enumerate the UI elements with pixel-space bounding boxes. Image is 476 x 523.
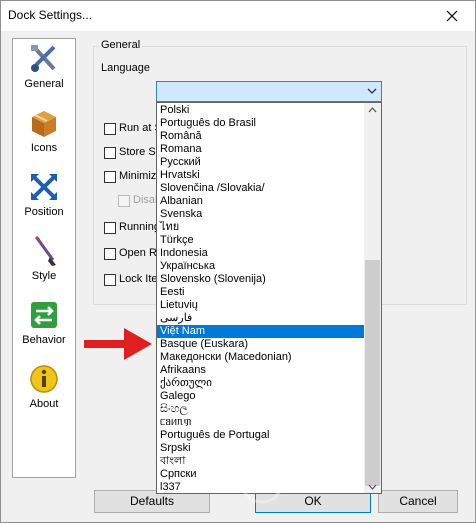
language-option[interactable]: Polski xyxy=(157,104,366,117)
language-option[interactable]: فارسی xyxy=(157,312,366,325)
language-option[interactable]: Eesti xyxy=(157,286,366,299)
sidebar-label-position: Position xyxy=(24,206,64,218)
checkbox xyxy=(118,195,130,207)
watermark-logo-icon xyxy=(240,460,284,504)
box-icon xyxy=(32,111,56,137)
language-option[interactable]: ᥴᥑᥢᥰᥞ xyxy=(157,416,366,429)
language-label: Language xyxy=(101,62,150,74)
move-arrows-icon xyxy=(31,174,57,200)
info-icon xyxy=(30,365,58,393)
language-option[interactable]: Slovenčina /Slovakia/ xyxy=(157,182,366,195)
sidebar-label-behavior: Behavior xyxy=(22,334,66,346)
option-label: Running xyxy=(119,221,160,233)
red-pointer-arrow-icon xyxy=(84,328,152,360)
watermark xyxy=(236,452,456,512)
sidebar-item-behavior[interactable]: Behavior xyxy=(13,299,75,361)
language-option[interactable]: Português de Portugal xyxy=(157,429,366,442)
scroll-up-icon[interactable] xyxy=(368,107,377,113)
option-label: Lock Ite xyxy=(119,273,158,285)
language-option[interactable]: Lietuvių xyxy=(157,299,366,312)
sidebar-item-icons[interactable]: Icons xyxy=(13,107,75,169)
language-select[interactable] xyxy=(156,81,382,102)
language-option[interactable]: Türkçe xyxy=(157,234,366,247)
language-option[interactable]: Slovensko (Slovenija) xyxy=(157,273,366,286)
language-option[interactable]: Русский xyxy=(157,156,366,169)
sidebar-item-style[interactable]: Style xyxy=(13,235,75,297)
language-option[interactable]: Svenska xyxy=(157,208,366,221)
language-option[interactable]: ქართული xyxy=(157,377,366,390)
sidebar-item-general[interactable]: General xyxy=(13,43,75,105)
checkbox[interactable] xyxy=(104,123,116,135)
language-option[interactable]: Galego xyxy=(157,390,366,403)
language-option-selected[interactable]: Việt Nam xyxy=(157,325,366,338)
checkbox[interactable] xyxy=(104,222,116,234)
checkbox[interactable] xyxy=(104,171,116,183)
language-option[interactable]: Indonesia xyxy=(157,247,366,260)
swap-arrows-icon xyxy=(31,302,57,328)
language-option[interactable]: Українська xyxy=(157,260,366,273)
tools-icon xyxy=(31,45,56,72)
sidebar-label-icons: Icons xyxy=(30,142,58,154)
sidebar-item-position[interactable]: Position xyxy=(13,171,75,233)
language-dropdown-list: Polski Português do Brasil Română Romana Рус… xyxy=(156,102,382,494)
title-bar: Dock Settings... xyxy=(1,1,475,31)
language-option[interactable]: Hrvatski xyxy=(157,169,366,182)
window-title: Dock Settings... xyxy=(8,8,93,22)
sidebar-item-about[interactable]: About xyxy=(13,363,75,425)
checkbox[interactable] xyxy=(104,147,116,159)
language-option[interactable]: සිංහල xyxy=(157,403,366,416)
language-option[interactable]: ไทย xyxy=(157,221,366,234)
dropdown-scrollbar[interactable] xyxy=(364,103,381,493)
brush-icon xyxy=(34,235,56,266)
close-icon xyxy=(446,10,458,22)
language-option[interactable]: Română xyxy=(157,130,366,143)
chevron-down-icon xyxy=(367,88,377,94)
checkbox[interactable] xyxy=(104,274,116,286)
sidebar-label-general: General xyxy=(24,78,64,90)
language-option[interactable]: Македонски (Macedonian) xyxy=(157,351,366,364)
language-option[interactable]: Afrikaans xyxy=(157,364,366,377)
language-option[interactable]: Albanian xyxy=(157,195,366,208)
close-button[interactable] xyxy=(429,1,475,31)
sidebar-label-style: Style xyxy=(31,270,57,282)
checkbox[interactable] xyxy=(104,248,116,260)
language-option[interactable]: Romana xyxy=(157,143,366,156)
sidebar-label-about: About xyxy=(29,398,59,410)
language-option[interactable]: Português do Brasil xyxy=(157,117,366,130)
language-option[interactable]: Basque (Euskara) xyxy=(157,338,366,351)
settings-sidebar: General Icons Position Style Behavior Ab… xyxy=(12,38,76,478)
group-title: General xyxy=(99,39,143,51)
